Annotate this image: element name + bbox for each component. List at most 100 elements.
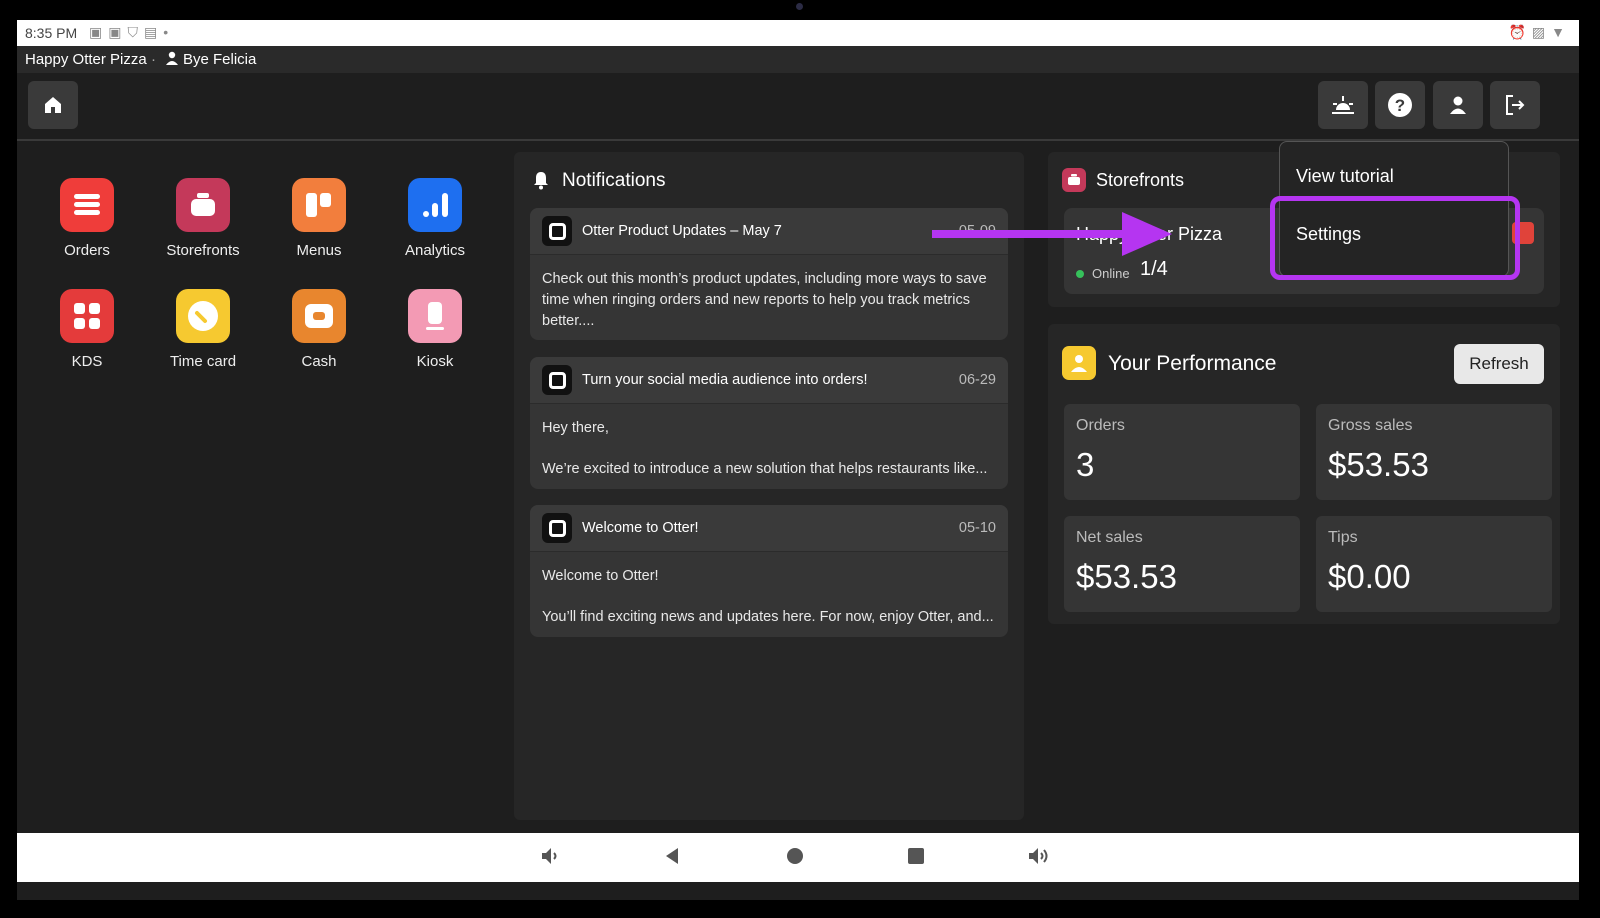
app-analytics[interactable]: Analytics xyxy=(380,178,490,259)
stat-gross-sales: Gross sales $53.53 xyxy=(1316,404,1552,500)
device-screen: 8:35 PM ▣ ▣ ⛉ ▤ • ⏰ ▨ ▼ Happy Otter Pizz… xyxy=(17,20,1579,900)
kiosk-icon xyxy=(408,289,462,343)
stat-label: Orders xyxy=(1076,417,1125,434)
notification-body: Welcome to Otter! xyxy=(542,568,659,584)
store-name: Happy Otter Pizza xyxy=(25,51,147,68)
kds-grid-icon xyxy=(60,289,114,343)
notifications-title: Notifications xyxy=(562,170,666,191)
help-icon: ? xyxy=(1388,93,1412,117)
orders-icon xyxy=(60,178,114,232)
otter-logo-icon xyxy=(542,513,572,543)
user-name: Bye Felicia xyxy=(183,51,257,68)
storefront-icon xyxy=(1062,168,1086,192)
notification-title: Welcome to Otter! xyxy=(582,520,699,536)
app-menus[interactable]: Menus xyxy=(264,178,374,259)
menu-item-view-tutorial[interactable]: View tutorial xyxy=(1296,166,1394,187)
stat-value: $53.53 xyxy=(1076,558,1177,595)
app-label: Menus xyxy=(296,242,342,259)
pointer-arrow-icon xyxy=(932,212,1172,256)
header-separator: · xyxy=(151,51,156,68)
otter-logo-icon xyxy=(542,216,572,246)
stat-value: $53.53 xyxy=(1328,446,1429,483)
stat-label: Net sales xyxy=(1076,529,1143,546)
notification-icon: ▣ xyxy=(108,24,122,40)
app-header: Happy Otter Pizza · Bye Felicia xyxy=(17,46,1579,73)
app-time-card[interactable]: Time card xyxy=(148,289,258,370)
performance-badge-icon xyxy=(1062,346,1096,380)
app-orders[interactable]: Orders xyxy=(32,178,142,259)
notification-body: Check out this month’s product updates, … xyxy=(542,271,987,329)
storefront-count: 1/4 xyxy=(1140,258,1168,280)
bell-icon xyxy=(532,170,550,195)
otter-logo-icon xyxy=(542,365,572,395)
stat-tips: Tips $0.00 xyxy=(1316,516,1552,612)
svg-text:?: ? xyxy=(1395,96,1405,115)
clock-icon xyxy=(176,289,230,343)
recents-icon[interactable] xyxy=(905,845,927,872)
app-label: Analytics xyxy=(404,242,466,259)
app-kds[interactable]: KDS xyxy=(32,289,142,370)
notification-body: You’ll find exciting news and updates he… xyxy=(542,609,994,625)
account-button[interactable] xyxy=(1433,81,1483,129)
sunset-icon xyxy=(1332,96,1354,114)
status-bar: 8:35 PM ▣ ▣ ⛉ ▤ • ⏰ ▨ ▼ xyxy=(17,20,1579,46)
app-kiosk[interactable]: Kiosk xyxy=(380,289,490,370)
notification-card[interactable]: Turn your social media audience into ord… xyxy=(530,357,1008,489)
app-storefronts[interactable]: Storefronts xyxy=(148,178,258,259)
storefront-icon xyxy=(176,178,230,232)
notification-body: We’re excited to introduce a new solutio… xyxy=(542,461,988,477)
status-time: 8:35 PM xyxy=(25,25,78,41)
stat-label: Tips xyxy=(1328,529,1358,546)
app-label: KDS xyxy=(71,353,103,370)
help-button[interactable]: ? xyxy=(1375,81,1425,129)
stat-orders: Orders 3 xyxy=(1064,404,1300,500)
menu-book-icon xyxy=(292,178,346,232)
home-icon xyxy=(45,97,61,113)
notification-card[interactable]: Welcome to Otter! 05-10 Welcome to Otter… xyxy=(530,505,1008,637)
more-dot-icon: • xyxy=(163,24,169,40)
notification-date: 06-29 xyxy=(958,372,996,388)
volume-down-icon[interactable] xyxy=(540,845,562,872)
bar-chart-icon xyxy=(408,178,462,232)
notification-icon: ▣ xyxy=(89,24,103,40)
day-close-button[interactable] xyxy=(1318,81,1368,129)
notification-title: Otter Product Updates – May 7 xyxy=(582,223,782,239)
settings-highlight-box xyxy=(1270,196,1520,280)
notification-title: Turn your social media audience into ord… xyxy=(582,372,868,388)
stat-label: Gross sales xyxy=(1328,417,1413,434)
logout-button[interactable] xyxy=(1490,81,1540,129)
shield-icon: ⛉ xyxy=(127,24,138,40)
storefronts-title: Storefronts xyxy=(1096,170,1185,190)
app-label: Time card xyxy=(169,353,237,370)
status-label: Online xyxy=(1092,266,1130,281)
back-icon[interactable] xyxy=(662,845,682,872)
app-cash[interactable]: Cash xyxy=(264,289,374,370)
volume-up-icon[interactable] xyxy=(1027,845,1051,872)
app-label: Storefronts xyxy=(166,242,240,259)
online-indicator xyxy=(1076,270,1084,278)
home-button[interactable] xyxy=(28,81,78,129)
app-label: Cash xyxy=(301,353,337,370)
app-label: Kiosk xyxy=(416,353,454,370)
system-nav-bar xyxy=(17,833,1579,882)
notification-body: Hey there, xyxy=(542,420,609,436)
refresh-button[interactable]: Refresh xyxy=(1454,344,1544,384)
logout-icon xyxy=(1506,95,1525,115)
performance-title: Your Performance xyxy=(1108,352,1277,375)
user-icon xyxy=(165,51,179,69)
stat-net-sales: Net sales $53.53 xyxy=(1064,516,1300,612)
cash-drawer-icon xyxy=(292,289,346,343)
top-toolbar: ? xyxy=(17,73,1579,141)
camera-dot xyxy=(796,3,803,10)
user-icon xyxy=(1450,96,1466,114)
storefront-status: Online xyxy=(1076,266,1130,281)
app-label: Orders xyxy=(64,242,110,259)
alarm-icon: ⏰ xyxy=(1508,24,1526,40)
receipt-icon: ▤ xyxy=(143,24,158,40)
notification-date: 05-10 xyxy=(958,520,996,536)
stat-value: 3 xyxy=(1076,446,1095,483)
wifi-icon: ▼ xyxy=(1551,24,1565,40)
performance-panel: Your Performance Refresh Orders 3 Gross … xyxy=(1048,324,1560,624)
stat-value: $0.00 xyxy=(1328,558,1411,595)
home-nav-icon[interactable] xyxy=(784,845,806,872)
